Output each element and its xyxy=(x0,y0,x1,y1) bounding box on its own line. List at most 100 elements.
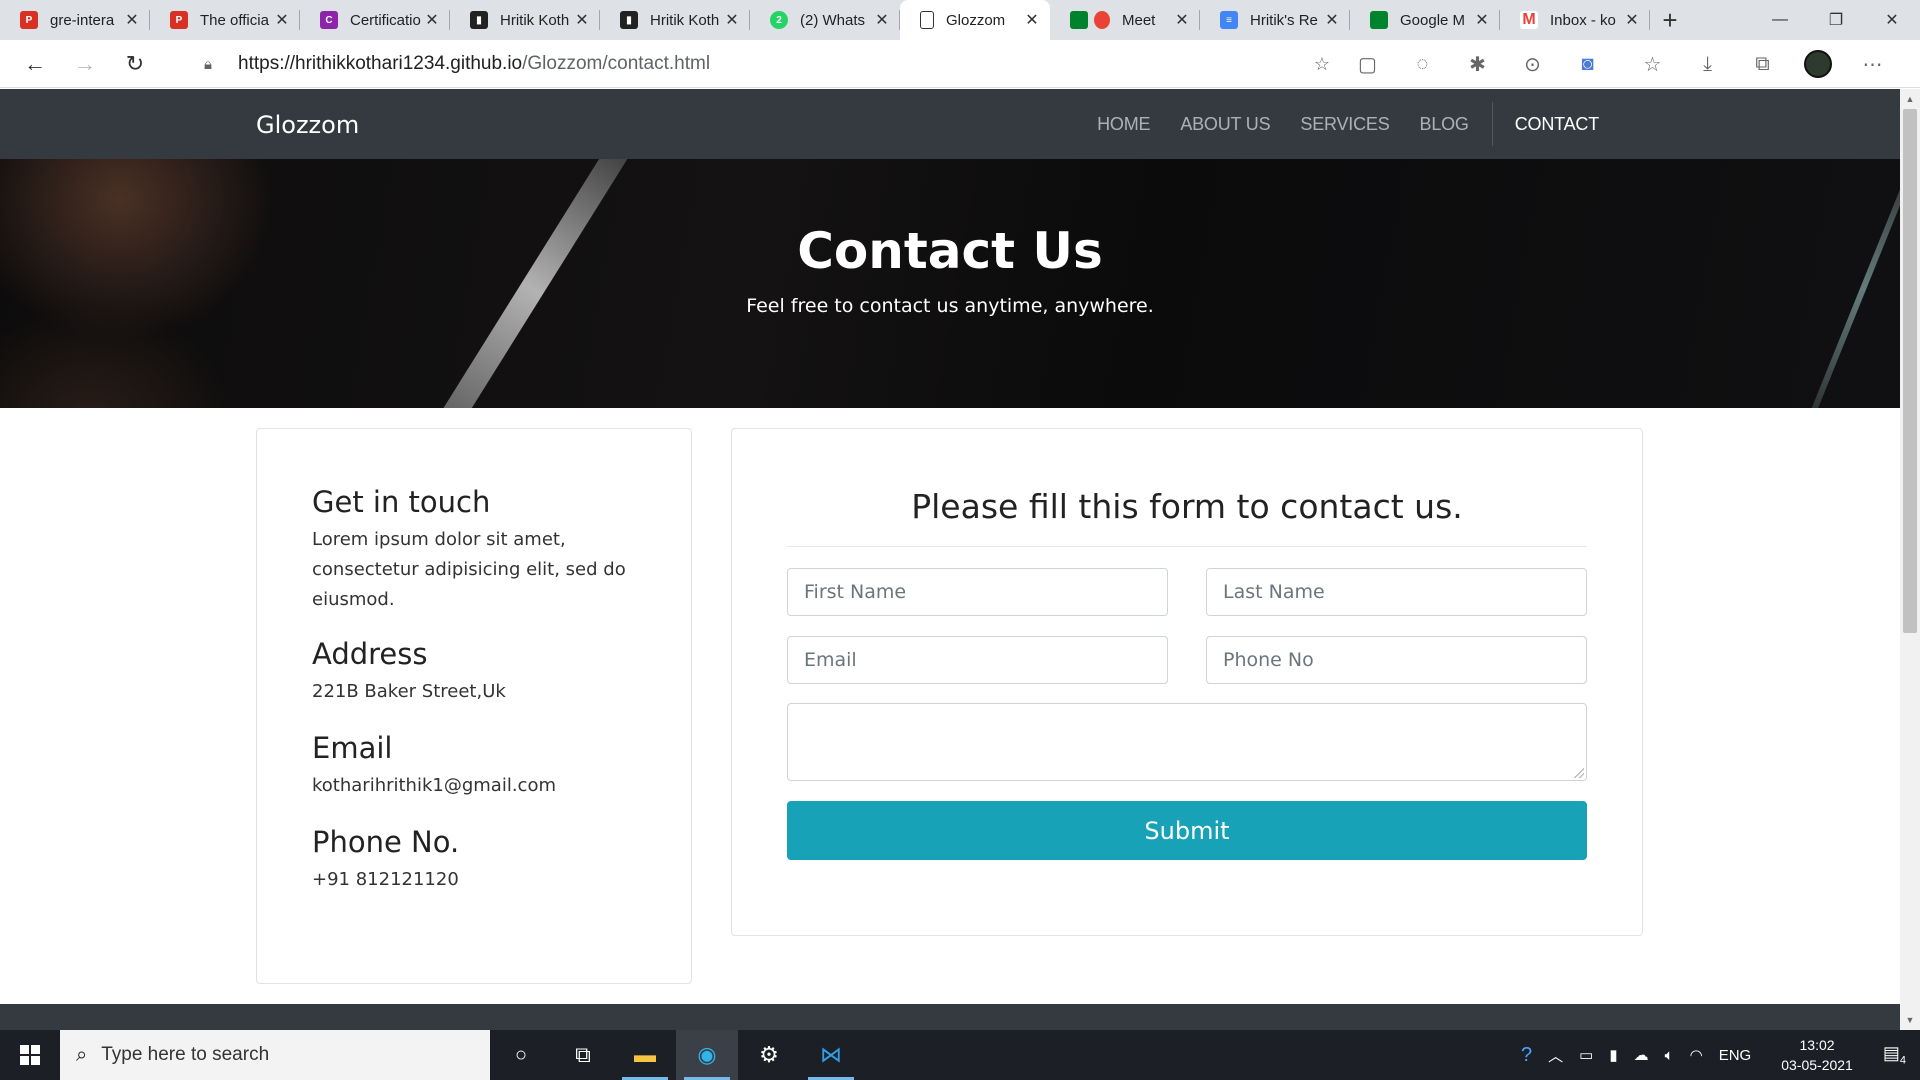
resize-handle[interactable] xyxy=(1574,768,1584,778)
browser-tab[interactable]: M Inbox - ko ✕ xyxy=(1500,0,1650,40)
extension-icon[interactable]: ◌ xyxy=(1395,53,1450,76)
screenshot-icon[interactable]: ⊙ xyxy=(1505,52,1560,77)
close-icon[interactable]: ✕ xyxy=(1174,10,1190,30)
browser-tab[interactable]: 2 (2) Whats ✕ xyxy=(750,0,900,40)
phone-text: +91 812121120 xyxy=(312,869,459,890)
browser-tab[interactable]: Google M ✕ xyxy=(1350,0,1500,40)
whatsapp-icon: 2 xyxy=(770,11,788,29)
back-icon[interactable]: ← xyxy=(15,44,55,84)
page-title: Contact Us xyxy=(797,222,1103,280)
message-textarea[interactable] xyxy=(787,703,1587,781)
hero-decoration xyxy=(1804,159,1900,408)
gmail-icon: M xyxy=(1520,11,1538,29)
bug-icon[interactable]: ✱ xyxy=(1450,52,1505,77)
address-bar[interactable]: 🔒︎ https://hrithikkothari1234.github.io/… xyxy=(180,46,1340,82)
site-footer xyxy=(0,1004,1900,1030)
minimize-icon[interactable]: — xyxy=(1752,0,1808,40)
tab-title: (2) Whats xyxy=(800,11,866,29)
favorite-add-icon[interactable]: ☆ xyxy=(1304,54,1340,75)
taskbar-search[interactable]: ⌕ Type here to search xyxy=(60,1030,490,1080)
close-icon[interactable]: ✕ xyxy=(1324,10,1340,30)
restore-icon[interactable]: ❐ xyxy=(1808,0,1864,40)
tab-title: The officia xyxy=(200,11,269,29)
help-icon[interactable]: ? xyxy=(1513,1044,1540,1067)
browser-tab[interactable]: ▮ Hritik Koth ✕ xyxy=(450,0,600,40)
vertical-scrollbar[interactable]: ▲ ▼ xyxy=(1900,89,1920,1030)
edge-icon[interactable]: ◉ xyxy=(676,1030,738,1080)
clock[interactable]: 13:02 03-05-2021 xyxy=(1759,1035,1875,1075)
browser-tab-active[interactable]: Glozzom ✕ xyxy=(900,0,1050,40)
close-icon[interactable]: ✕ xyxy=(874,10,890,30)
more-icon[interactable]: ⋯ xyxy=(1845,52,1900,77)
email-field[interactable]: Email xyxy=(787,636,1168,684)
favorites-icon[interactable]: ☆ xyxy=(1625,52,1680,77)
battery-icon[interactable]: ▮ xyxy=(1601,1046,1625,1064)
forward-icon[interactable]: → xyxy=(65,44,105,84)
close-icon[interactable]: ✕ xyxy=(1624,10,1640,30)
close-icon[interactable]: ✕ xyxy=(574,10,590,30)
meet-now-icon[interactable]: ▭ xyxy=(1571,1046,1601,1064)
last-name-field[interactable]: Last Name xyxy=(1206,568,1587,616)
tab-title: Google M xyxy=(1400,11,1466,29)
page-subtitle: Feel free to contact us anytime, anywher… xyxy=(746,295,1154,317)
volume-icon[interactable]: 🔈︎ xyxy=(1657,1047,1682,1064)
site-brand[interactable]: Glozzom xyxy=(256,111,359,139)
first-name-field[interactable]: First Name xyxy=(787,568,1168,616)
downloads-icon[interactable]: ⤓ xyxy=(1680,53,1735,76)
cloud-icon[interactable]: ☁ xyxy=(1626,1046,1657,1064)
nav-contact[interactable]: CONTACT xyxy=(1491,102,1614,146)
chevron-up-icon[interactable]: ︿ xyxy=(1540,1045,1571,1066)
meet-icon xyxy=(1070,11,1088,29)
wifi-icon[interactable]: ◠ xyxy=(1682,1046,1711,1064)
meet-icon xyxy=(1370,11,1388,29)
browser-tab[interactable]: ▮ Hritik Koth ✕ xyxy=(600,0,750,40)
contact-form-card: Please fill this form to contact us. Fir… xyxy=(731,428,1643,936)
browser-tab[interactable]: P The officia ✕ xyxy=(150,0,300,40)
file-explorer-icon[interactable]: ▬ xyxy=(614,1030,676,1080)
extension-icon[interactable]: ▢ xyxy=(1340,52,1395,77)
nav-home[interactable]: HOME xyxy=(1082,114,1165,135)
tab-title: Meet xyxy=(1122,11,1156,29)
nav-blog[interactable]: BLOG xyxy=(1405,114,1484,135)
nav-about-us[interactable]: ABOUT US xyxy=(1165,114,1285,135)
task-view-icon[interactable]: ⧉ xyxy=(552,1030,614,1080)
close-icon[interactable]: ✕ xyxy=(1474,10,1490,30)
browser-tab[interactable]: P gre-intera ✕ xyxy=(0,0,150,40)
url-host: https://hrithikkothari1234.github.io xyxy=(238,53,523,74)
avatar[interactable] xyxy=(1790,50,1845,78)
close-icon[interactable]: ✕ xyxy=(724,10,740,30)
close-icon[interactable]: ✕ xyxy=(1024,10,1040,30)
lock-icon[interactable]: 🔒︎ xyxy=(190,56,226,73)
close-icon[interactable]: ✕ xyxy=(124,10,140,30)
contact-info-card: Get in touch Lorem ipsum dolor sit amet,… xyxy=(256,428,692,984)
browser-tab[interactable]: Meet ✕ xyxy=(1050,0,1200,40)
camera-icon[interactable]: ◙ xyxy=(1560,53,1615,76)
reload-icon[interactable]: ↻ xyxy=(115,44,155,84)
browser-tab[interactable]: C Certificatio ✕ xyxy=(300,0,450,40)
notification-icon[interactable]: ▤4 xyxy=(1875,1043,1920,1067)
phone-field[interactable]: Phone No xyxy=(1206,636,1587,684)
pdf-icon: P xyxy=(170,11,188,29)
scrollbar-thumb[interactable] xyxy=(1903,109,1917,633)
close-icon[interactable]: ✕ xyxy=(424,10,440,30)
start-button[interactable] xyxy=(0,1030,60,1080)
submit-button[interactable]: Submit xyxy=(787,801,1587,860)
tab-title: Hritik Koth xyxy=(650,11,720,29)
settings-icon[interactable]: ⚙ xyxy=(738,1030,800,1080)
browser-tab[interactable]: ≡ Hritik's Re ✕ xyxy=(1200,0,1350,40)
window-controls: — ❐ ✕ xyxy=(1752,0,1920,40)
url-text: https://hrithikkothari1234.github.io/Glo… xyxy=(226,53,1304,75)
vscode-icon[interactable]: ⋈ xyxy=(800,1030,862,1080)
search-icon: ⌕ xyxy=(76,1043,88,1066)
cortana-icon[interactable]: ○ xyxy=(490,1030,552,1080)
close-icon[interactable]: ✕ xyxy=(274,10,290,30)
nav-services[interactable]: SERVICES xyxy=(1285,114,1404,135)
form-heading: Please fill this form to contact us. xyxy=(911,487,1463,526)
new-tab-button[interactable]: + xyxy=(1650,0,1690,40)
scroll-down-icon[interactable]: ▼ xyxy=(1900,1012,1920,1028)
scroll-up-icon[interactable]: ▲ xyxy=(1900,91,1920,107)
collections-icon[interactable]: ⧉ xyxy=(1735,53,1790,76)
profile-icon: ▮ xyxy=(620,11,638,29)
language-indicator[interactable]: ENG xyxy=(1711,1047,1760,1064)
close-window-icon[interactable]: ✕ xyxy=(1864,0,1920,40)
